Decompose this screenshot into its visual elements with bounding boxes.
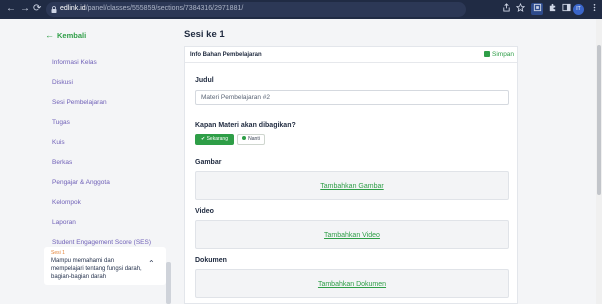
save-disk-icon: [484, 51, 490, 57]
panel-title: Info Bahan Pembelajaran: [190, 52, 262, 58]
judul-value: Materi Pembelajaran #2: [201, 94, 271, 101]
browser-toolbar: ← → ⟳ edlink.id/panel/classes/555859/sec…: [0, 0, 602, 19]
bookmark-star-icon[interactable]: [514, 2, 526, 15]
lock-icon: [51, 6, 57, 13]
video-dropzone[interactable]: Tambahkan Video: [195, 220, 509, 249]
menu-kebab-icon[interactable]: [588, 3, 600, 15]
sidebar-item-sesi-pembelajaran[interactable]: Sesi Pembelajaran: [52, 98, 107, 107]
sidebar-scrollbar[interactable]: [166, 262, 171, 304]
share-later-button[interactable]: Nanti: [237, 134, 265, 145]
sidebar-item-ses[interactable]: Student Engagement Score (SES): [52, 238, 151, 247]
chevron-up-icon[interactable]: ⌃: [148, 259, 155, 268]
sidebar-item-berkas[interactable]: Berkas: [52, 158, 72, 167]
save-button[interactable]: Simpan: [484, 51, 514, 59]
url-text: edlink.id/panel/classes/555859/sections/…: [60, 3, 243, 15]
page-scrollbar[interactable]: [596, 19, 602, 304]
forward-arrow-icon[interactable]: →: [20, 3, 30, 15]
add-image-link[interactable]: Tambahkan Gambar: [196, 182, 508, 191]
share-now-label: Sekarang: [206, 136, 228, 142]
sidebar-item-kelompok[interactable]: Kelompok: [52, 198, 81, 207]
url-host: edlink.id: [60, 5, 86, 12]
judul-input[interactable]: Materi Pembelajaran #2: [195, 90, 509, 105]
sidebar-item-diskusi[interactable]: Diskusi: [52, 78, 73, 87]
material-panel: Info Bahan Pembelajaran Simpan Judul Mat…: [184, 46, 518, 304]
add-document-link[interactable]: Tambahkan Dokumen: [196, 280, 508, 289]
page-scrollbar-thumb[interactable]: [597, 45, 601, 195]
share-icon[interactable]: [500, 3, 512, 15]
sidebar-item-kuis[interactable]: Kuis: [52, 138, 65, 147]
session-card-description: Mampu memahami dan mempelajari tentang f…: [51, 258, 142, 280]
extension-active-icon[interactable]: [531, 3, 543, 15]
back-arrow-icon[interactable]: ←: [6, 3, 16, 15]
judul-label: Judul: [195, 77, 214, 84]
dokumen-dropzone[interactable]: Tambahkan Dokumen: [195, 269, 509, 298]
sidebar-panel-icon[interactable]: [560, 3, 572, 15]
profile-avatar[interactable]: IT: [573, 4, 584, 15]
share-now-button[interactable]: ✔ Sekarang: [195, 134, 234, 145]
back-link[interactable]: ← Kembali: [45, 30, 86, 41]
clock-icon: [242, 136, 247, 140]
panel-header: Info Bahan Pembelajaran Simpan: [185, 47, 517, 63]
sidebar-item-pengajar-anggota[interactable]: Pengajar & Anggota: [52, 178, 110, 187]
back-label: Kembali: [57, 31, 87, 40]
sidebar-item-laporan[interactable]: Laporan: [52, 218, 76, 227]
address-bar[interactable]: edlink.id/panel/classes/555859/sections/…: [46, 2, 466, 17]
sidebar-item-informasi-kelas[interactable]: Informasi Kelas: [52, 58, 97, 67]
gambar-label: Gambar: [195, 159, 222, 166]
share-question-label: Kapan Materi akan dibagikan?: [195, 122, 296, 129]
save-label: Simpan: [492, 51, 515, 58]
add-video-link[interactable]: Tambahkan Video: [196, 231, 508, 240]
back-arrow-icon: ←: [45, 30, 54, 40]
gambar-dropzone[interactable]: Tambahkan Gambar: [195, 171, 509, 200]
sidebar-item-tugas[interactable]: Tugas: [52, 118, 70, 127]
page-title: Sesi ke 1: [184, 29, 225, 40]
url-path: /panel/classes/555859/sections/7384316/2…: [85, 5, 244, 12]
session-card[interactable]: Sesi 1 Mampu memahami dan mempelajari te…: [44, 247, 166, 285]
session-card-label: Sesi 1: [51, 250, 65, 256]
extensions-puzzle-icon[interactable]: [546, 3, 558, 15]
video-label: Video: [195, 208, 214, 215]
dokumen-label: Dokumen: [195, 257, 227, 264]
share-later-label: Nanti: [248, 136, 260, 142]
reload-icon[interactable]: ⟳: [33, 3, 41, 15]
